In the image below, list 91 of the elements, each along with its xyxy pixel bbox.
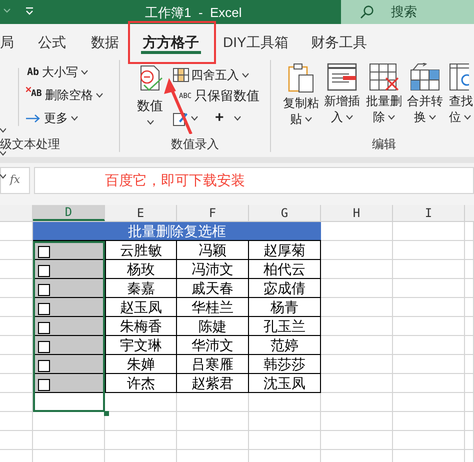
table-cell: 杨青 <box>249 298 321 317</box>
checkbox[interactable] <box>38 246 50 258</box>
caret-icon[interactable] <box>0 174 6 179</box>
column-header[interactable]: D <box>33 205 105 221</box>
table-cell: 陈婕 <box>177 317 249 336</box>
search-field[interactable]: 搜索 <box>341 0 474 24</box>
caret-icon <box>146 120 154 124</box>
table-cell: 华桂兰 <box>177 298 249 317</box>
caret-icon <box>346 114 353 120</box>
table-cell: 赵紫君 <box>177 374 249 393</box>
checkbox[interactable] <box>38 284 50 296</box>
number-button[interactable]: 数值 <box>133 64 167 132</box>
ribbon-tab[interactable]: 财务工具 <box>309 32 369 54</box>
table-cell: 孔玉兰 <box>249 317 321 336</box>
table-cell: 秦嘉 <box>105 279 177 298</box>
column-header[interactable]: F <box>177 205 249 221</box>
delete-grid-icon <box>369 63 399 91</box>
caret-icon <box>96 92 103 98</box>
customize-menu-icon[interactable] <box>25 7 34 16</box>
checkbox[interactable] <box>38 265 50 277</box>
table-cell: 朱婵 <box>105 355 177 374</box>
window-title: 工作簿1 - Excel <box>145 4 242 22</box>
merge-button[interactable]: 合并转 换 <box>405 63 445 131</box>
ribbon-tab[interactable]: 局 <box>0 32 16 54</box>
table-cell: 赵厚菊 <box>249 241 321 260</box>
find-grid-icon <box>449 63 469 91</box>
insert-button[interactable]: 新增插 入 <box>322 63 362 131</box>
ribbon-tab[interactable]: 方方格子 <box>141 32 201 54</box>
clipboard-icon <box>287 63 315 93</box>
caret-icon <box>191 116 198 120</box>
column-header[interactable]: I <box>393 205 465 221</box>
checkbox[interactable] <box>38 360 50 372</box>
round-button[interactable]: 四舍五入 <box>173 65 249 85</box>
table-cell: 宇文琳 <box>105 336 177 355</box>
caret-icon[interactable] <box>0 151 6 156</box>
ribbon-tab[interactable]: 公式 <box>36 32 68 54</box>
fill-handle[interactable] <box>104 411 109 416</box>
table-icon <box>173 68 189 82</box>
insert-symbol-button[interactable]: + <box>215 108 241 128</box>
table-cell: 朱梅香 <box>105 317 177 336</box>
ribbon-tab[interactable]: DIY工具箱 <box>221 32 290 54</box>
merge-grid-icon <box>410 63 440 91</box>
find-button[interactable]: 查找 位 <box>449 63 474 131</box>
table-cell: 戚天春 <box>177 279 249 298</box>
insert-row-icon <box>327 63 357 91</box>
column-header[interactable]: G <box>249 205 321 221</box>
delete-button[interactable]: 批量删 除 <box>364 63 404 131</box>
caret-icon <box>242 72 249 78</box>
column-header[interactable]: E <box>105 205 177 221</box>
caret-icon <box>71 116 78 120</box>
table-cell: 宓成倩 <box>249 279 321 298</box>
table-cell: 范婷 <box>249 336 321 355</box>
search-icon <box>360 5 374 19</box>
checkbox[interactable] <box>38 379 50 391</box>
spreadsheet-cell[interactable] <box>33 393 105 412</box>
table-cell: 云胜敏 <box>105 241 177 260</box>
table-cell: 许杰 <box>105 374 177 393</box>
table-title: 批量删除复选框 <box>33 222 321 241</box>
caret-icon <box>234 116 241 120</box>
function-label[interactable]: fx <box>0 167 30 194</box>
caret-icon <box>429 114 436 120</box>
caret-icon[interactable] <box>0 128 6 133</box>
table-cell: 杨玫 <box>105 260 177 279</box>
checkbox[interactable] <box>38 303 50 315</box>
group-label: 编辑 <box>372 136 396 153</box>
table-cell: 柏代云 <box>249 260 321 279</box>
remove-spaces-button[interactable]: AB 删除空格 <box>26 85 103 105</box>
caret-icon <box>464 114 471 120</box>
callout-arrow <box>163 78 193 134</box>
checkbox[interactable] <box>38 322 50 334</box>
table-cell: 韩莎莎 <box>249 355 321 374</box>
case-button[interactable]: Ab 大小写 <box>27 62 88 82</box>
caret-icon <box>388 114 395 120</box>
formula-input[interactable]: 百度它，即可下载安装 <box>34 167 474 194</box>
group-label: 数值录入 <box>171 136 219 153</box>
paste-button[interactable]: 复制粘 贴 <box>281 63 321 131</box>
table-cell: 冯沛文 <box>177 260 249 279</box>
table-cell: 沈玉凤 <box>249 374 321 393</box>
group-label: 级文本处理 <box>0 136 60 153</box>
caret-icon <box>305 116 312 122</box>
table-cell: 赵玉凤 <box>105 298 177 317</box>
ribbon-tab[interactable]: 数据 <box>89 32 121 54</box>
table-cell: 冯颖 <box>177 241 249 260</box>
column-header[interactable]: H <box>321 205 393 221</box>
table-cell: 吕寒雁 <box>177 355 249 374</box>
table-cell: 华沛文 <box>177 336 249 355</box>
caret-icon <box>81 70 88 74</box>
checkbox[interactable] <box>38 341 50 353</box>
arrow-right-icon <box>26 114 41 122</box>
cross-icon <box>26 87 31 92</box>
more-button[interactable]: 更多 <box>26 108 78 128</box>
